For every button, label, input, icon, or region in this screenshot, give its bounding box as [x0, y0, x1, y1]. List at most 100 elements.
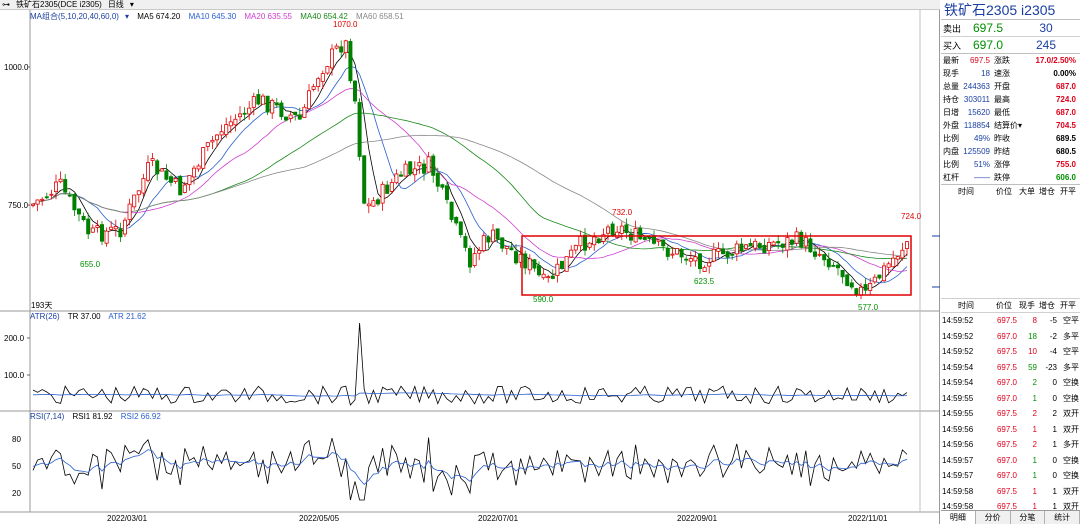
candle-body — [435, 172, 440, 187]
stat-value: 724.0 — [1055, 95, 1076, 104]
candle-body — [81, 215, 86, 221]
tick-row[interactable]: 14:59:52 697.5 10 -4 空平 — [941, 344, 1080, 360]
tick-row[interactable]: 14:59:55 697.0 1 0 空换 — [941, 391, 1080, 407]
candle-body — [817, 253, 822, 256]
candle-body — [164, 170, 169, 180]
tick-vol: 2 — [1032, 409, 1037, 418]
tick-row[interactable]: 14:59:54 697.5 59 -23 多平 — [941, 360, 1080, 376]
candle-body — [799, 231, 804, 248]
candle-body — [293, 111, 298, 115]
stat-value: 606.0 — [1055, 173, 1076, 182]
chart-area[interactable]: ⊶ 铁矿石2305(DCE i2305) 日线 ▾ MA组合(5,10,20,40,6… — [0, 0, 940, 524]
price-tick-1000: 1000.0 — [4, 63, 29, 72]
candle-body — [698, 253, 703, 270]
stat-value: 51% — [973, 160, 990, 169]
tick-type: 空平 — [1063, 316, 1079, 325]
tick-row[interactable]: 14:59:58 697.5 1 1 双开 — [941, 484, 1080, 500]
candle-body — [721, 248, 726, 255]
tick-row[interactable]: 14:59:55 697.5 2 2 双开 — [941, 406, 1080, 422]
tick-row[interactable]: 14:59:56 697.5 1 1 双开 — [941, 422, 1080, 438]
tick-vol: 18 — [1028, 331, 1037, 341]
candle-body — [900, 249, 905, 259]
stat-row: 比例 49% 昨收 689.5 — [941, 132, 1080, 145]
candle-body — [150, 158, 155, 161]
buy-row[interactable]: 买入 697.0 245 — [941, 37, 1080, 54]
candle-body — [629, 233, 634, 241]
tick-row[interactable]: 14:59:54 697.0 2 0 空换 — [941, 375, 1080, 391]
candle-body — [35, 199, 40, 205]
tick-price: 697.0 — [996, 393, 1017, 403]
sell-row[interactable]: 卖出 697.5 30 — [941, 20, 1080, 37]
tick-type: 双开 — [1063, 409, 1079, 418]
candle-body — [49, 193, 54, 196]
tab-2[interactable]: 分笔 — [1011, 511, 1046, 524]
buy-qty: 245 — [1035, 38, 1057, 52]
candle-body — [523, 253, 528, 269]
candle-body — [173, 178, 178, 182]
instrument-name: 铁矿石2305 — [944, 2, 1018, 18]
candle-body — [196, 165, 201, 170]
candle-body — [854, 288, 859, 295]
tick-row[interactable]: 14:59:52 697.5 8 -5 空平 — [941, 313, 1080, 329]
tab-0[interactable]: 明细 — [941, 511, 976, 524]
tick-list[interactable]: 14:59:52 697.5 8 -5 空平 14:59:52 697.0 18 -2 多平 14:… — [941, 313, 1080, 524]
date-label: 2022/09/01 — [677, 514, 718, 523]
candle-body — [785, 237, 790, 251]
candle-body — [444, 185, 449, 200]
candle-body — [454, 216, 459, 224]
stat-value: 704.5 — [1055, 121, 1076, 130]
candle-body — [44, 196, 49, 199]
tick-row[interactable]: 14:59:57 697.0 1 0 空换 — [941, 453, 1080, 469]
tick-row[interactable]: 14:59:52 697.0 18 -2 多平 — [941, 329, 1080, 345]
candle-body — [495, 228, 500, 240]
tick-chg: -2 — [1049, 331, 1057, 341]
tick-price: 697.5 — [996, 362, 1017, 372]
candle-body — [362, 155, 367, 204]
candle-body — [859, 286, 864, 296]
sell-price: 697.5 — [973, 21, 1004, 35]
candle-body — [366, 203, 371, 207]
candle-body — [159, 168, 164, 172]
candle-body — [490, 229, 495, 243]
candle-body — [251, 96, 256, 108]
annotation-high: 724.0 — [901, 212, 922, 221]
candle-body — [54, 181, 59, 192]
stat-value: 755.0 — [1055, 160, 1076, 169]
tick-price: 697.5 — [996, 347, 1017, 356]
tick-price: 697.0 — [996, 378, 1017, 387]
candle-body — [357, 102, 362, 157]
candle-body — [302, 106, 307, 118]
buy-price: 697.0 — [973, 38, 1004, 52]
candle-body — [339, 46, 344, 53]
candle-body — [182, 184, 187, 193]
candle-body — [132, 194, 137, 208]
stat-value: 118854 — [963, 121, 990, 130]
rsi-line — [32, 449, 908, 486]
tick-price: 697.5 — [996, 409, 1017, 418]
candle-body — [477, 250, 482, 254]
kline-chart[interactable]: 1000.0 750.0 200.0 100.0 80 50 20 2022/0… — [0, 0, 940, 524]
tick-time: 14:59:52 — [942, 347, 974, 356]
atr-lines — [32, 322, 908, 406]
candle-body — [560, 260, 565, 269]
candle-body — [555, 263, 560, 276]
candle-body — [233, 118, 238, 126]
candle-body — [449, 201, 454, 220]
candle-body — [734, 243, 739, 255]
tab-1[interactable]: 分价 — [976, 511, 1011, 524]
candle-body — [237, 113, 242, 118]
candle-body — [191, 167, 196, 178]
candle-body — [279, 102, 284, 118]
candle-body — [40, 198, 45, 201]
candle-body — [822, 254, 827, 261]
candle-body — [757, 243, 762, 249]
candle-body — [343, 40, 348, 54]
quote-stats: 最新 697.5 涨跌 17.0/2.50% 现手 18 速涨 0.00% 总量 244363 开盘… — [941, 54, 1080, 185]
tick-row[interactable]: 14:59:57 697.0 1 0 空换 — [941, 468, 1080, 484]
tab-3[interactable]: 统计 — [1045, 511, 1080, 524]
candle-body — [606, 226, 611, 234]
tick-row[interactable]: 14:59:56 697.5 2 1 多开 — [941, 437, 1080, 453]
candle-body — [652, 235, 657, 244]
candle-body — [398, 174, 403, 177]
candle-body — [684, 258, 689, 261]
